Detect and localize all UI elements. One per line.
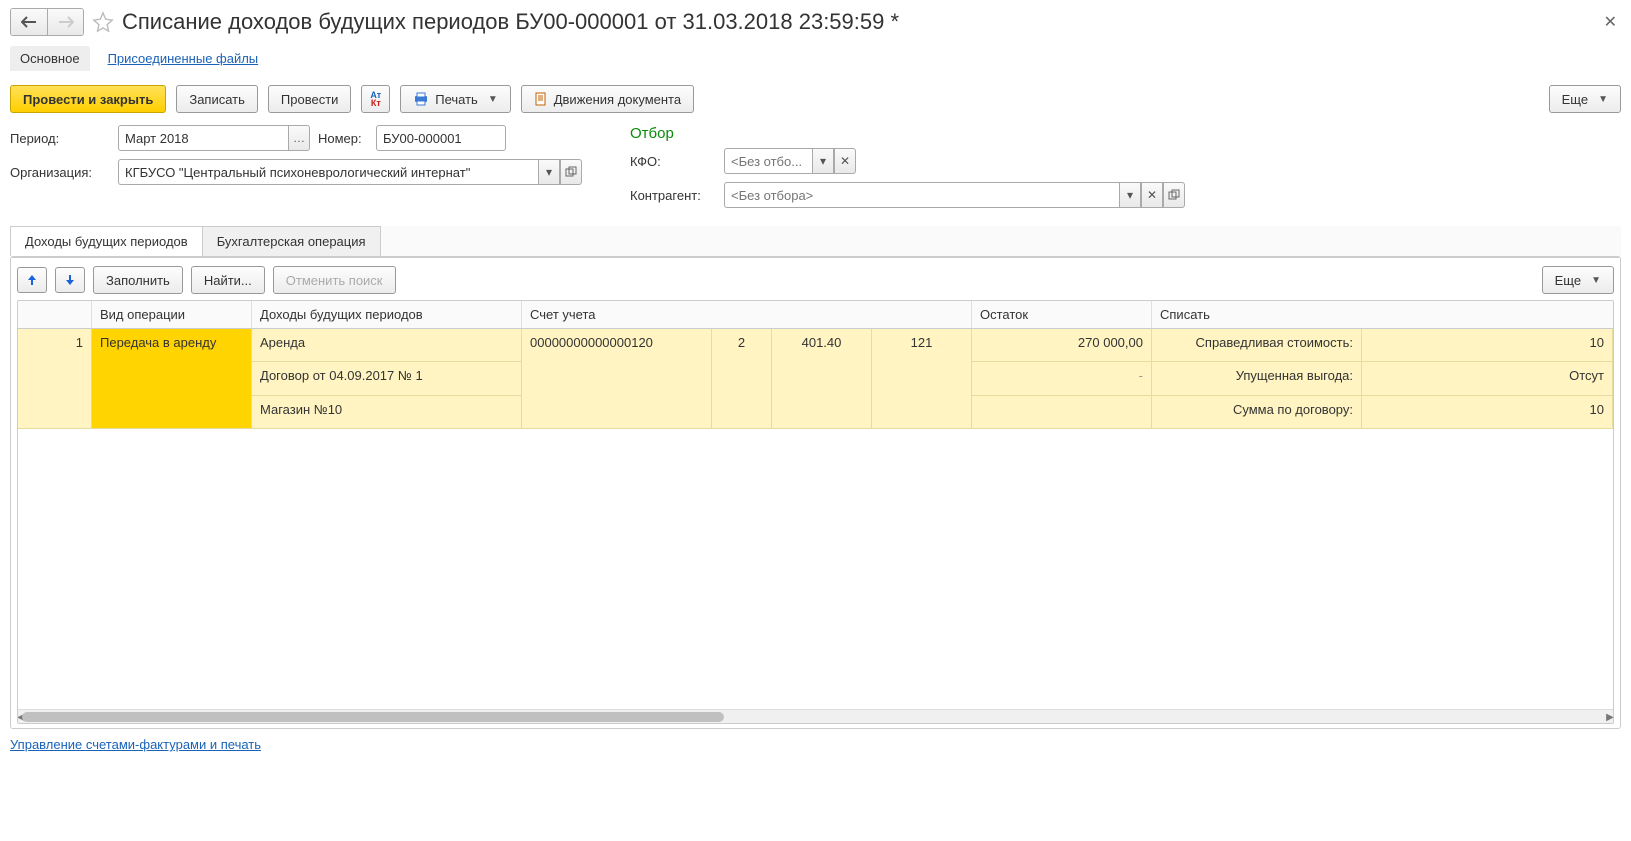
contragent-open-button[interactable] — [1163, 182, 1185, 208]
printer-icon — [413, 92, 429, 106]
organization-dropdown-button[interactable]: ▾ — [538, 159, 560, 185]
cell-acc-code: 00000000000000120 — [522, 329, 712, 429]
find-button[interactable]: Найти... — [191, 266, 265, 294]
movements-button[interactable]: Движения документа — [521, 85, 694, 113]
favorite-star-icon[interactable] — [92, 11, 114, 33]
col-balance[interactable]: Остаток — [972, 301, 1152, 328]
col-future-income[interactable]: Доходы будущих периодов — [252, 301, 522, 328]
page-title: Списание доходов будущих периодов БУ00-0… — [122, 9, 899, 35]
fill-button[interactable]: Заполнить — [93, 266, 183, 294]
organization-label: Организация: — [10, 165, 110, 180]
filter-title: Отбор — [630, 125, 1621, 142]
move-up-button[interactable] — [17, 267, 47, 293]
cell-spis-v2: Отсут — [1362, 362, 1613, 395]
period-select-button[interactable]: … — [288, 125, 310, 151]
cancel-find-button[interactable]: Отменить поиск — [273, 266, 396, 294]
post-button[interactable]: Провести — [268, 85, 352, 113]
post-and-close-button[interactable]: Провести и закрыть — [10, 85, 166, 113]
contragent-input[interactable] — [724, 182, 1119, 208]
cell-operation-type: Передача в аренду — [92, 329, 252, 429]
cell-spis-v3: 10 — [1362, 396, 1613, 429]
kfo-input[interactable] — [724, 148, 812, 174]
period-label: Период: — [10, 131, 110, 146]
contragent-label: Контрагент: — [630, 188, 716, 203]
contragent-dropdown-button[interactable]: ▾ — [1119, 182, 1141, 208]
col-account[interactable]: Счет учета — [522, 301, 972, 328]
number-input[interactable] — [376, 125, 506, 151]
incomes-grid: Вид операции Доходы будущих периодов Сче… — [17, 300, 1614, 724]
organization-input[interactable] — [118, 159, 538, 185]
nav-back-forward — [10, 8, 84, 36]
kfo-label: КФО: — [630, 154, 716, 169]
col-operation-type[interactable]: Вид операции — [92, 301, 252, 328]
more-label: Еще — [1562, 92, 1588, 107]
kfo-dropdown-button[interactable]: ▾ — [812, 148, 834, 174]
col-writeoff[interactable]: Списать — [1152, 301, 1613, 328]
cell-acc-a: 401.40 — [772, 329, 872, 429]
movements-label: Движения документа — [554, 92, 681, 107]
close-icon[interactable]: ✕ — [1600, 12, 1621, 32]
table-more-button[interactable]: Еще ▼ — [1542, 266, 1614, 294]
subnav-main[interactable]: Основное — [10, 46, 90, 71]
kfo-clear-button[interactable]: ✕ — [834, 148, 856, 174]
col-number[interactable] — [18, 301, 92, 328]
cell-acc-s: 121 — [872, 329, 972, 429]
cell-spis-l1: Справедливая стоимость: — [1152, 329, 1362, 362]
invoice-management-link[interactable]: Управление счетами-фактурами и печать — [10, 729, 261, 752]
cell-dbp-l1: Аренда — [252, 329, 522, 362]
document-icon — [534, 92, 548, 106]
nav-back-button[interactable] — [11, 9, 47, 35]
cell-balance-2: - — [972, 362, 1152, 395]
chevron-down-icon: ▼ — [1591, 275, 1601, 286]
scroll-thumb[interactable] — [22, 712, 724, 722]
cell-balance-1: 270 000,00 — [972, 329, 1152, 362]
contragent-clear-button[interactable]: ✕ — [1141, 182, 1163, 208]
cell-spis-v1: 10 — [1362, 329, 1613, 362]
subnav-attached-files[interactable]: Присоединенные файлы — [108, 51, 259, 66]
chevron-down-icon: ▼ — [488, 94, 498, 105]
save-button[interactable]: Записать — [176, 85, 258, 113]
table-row[interactable]: 1 Передача в аренду Аренда Договор от 04… — [18, 329, 1613, 429]
print-label: Печать — [435, 92, 478, 107]
nav-forward-button[interactable] — [47, 9, 83, 35]
organization-open-button[interactable] — [560, 159, 582, 185]
cell-spis-l3: Сумма по договору: — [1152, 396, 1362, 429]
cell-spis-l2: Упущенная выгода: — [1152, 362, 1362, 395]
tab-accounting-op[interactable]: Бухгалтерская операция — [202, 226, 381, 256]
dtkt-button[interactable]: АтКт — [361, 85, 390, 113]
cell-balance-3 — [972, 396, 1152, 429]
number-label: Номер: — [318, 131, 368, 146]
move-down-button[interactable] — [55, 267, 85, 293]
cell-dbp-l3: Магазин №10 — [252, 396, 522, 429]
cell-number: 1 — [18, 329, 92, 429]
tab-incomes[interactable]: Доходы будущих периодов — [10, 226, 203, 256]
chevron-down-icon: ▼ — [1598, 94, 1608, 105]
print-button[interactable]: Печать ▼ — [400, 85, 511, 113]
horizontal-scrollbar[interactable]: ◀ ▶ — [18, 709, 1613, 723]
cell-acc-k: 2 — [712, 329, 772, 429]
table-more-label: Еще — [1555, 273, 1581, 288]
more-button[interactable]: Еще ▼ — [1549, 85, 1621, 113]
cell-dbp-l2: Договор от 04.09.2017 № 1 — [252, 362, 522, 395]
scroll-right-icon[interactable]: ▶ — [1603, 710, 1614, 724]
period-input[interactable] — [118, 125, 288, 151]
